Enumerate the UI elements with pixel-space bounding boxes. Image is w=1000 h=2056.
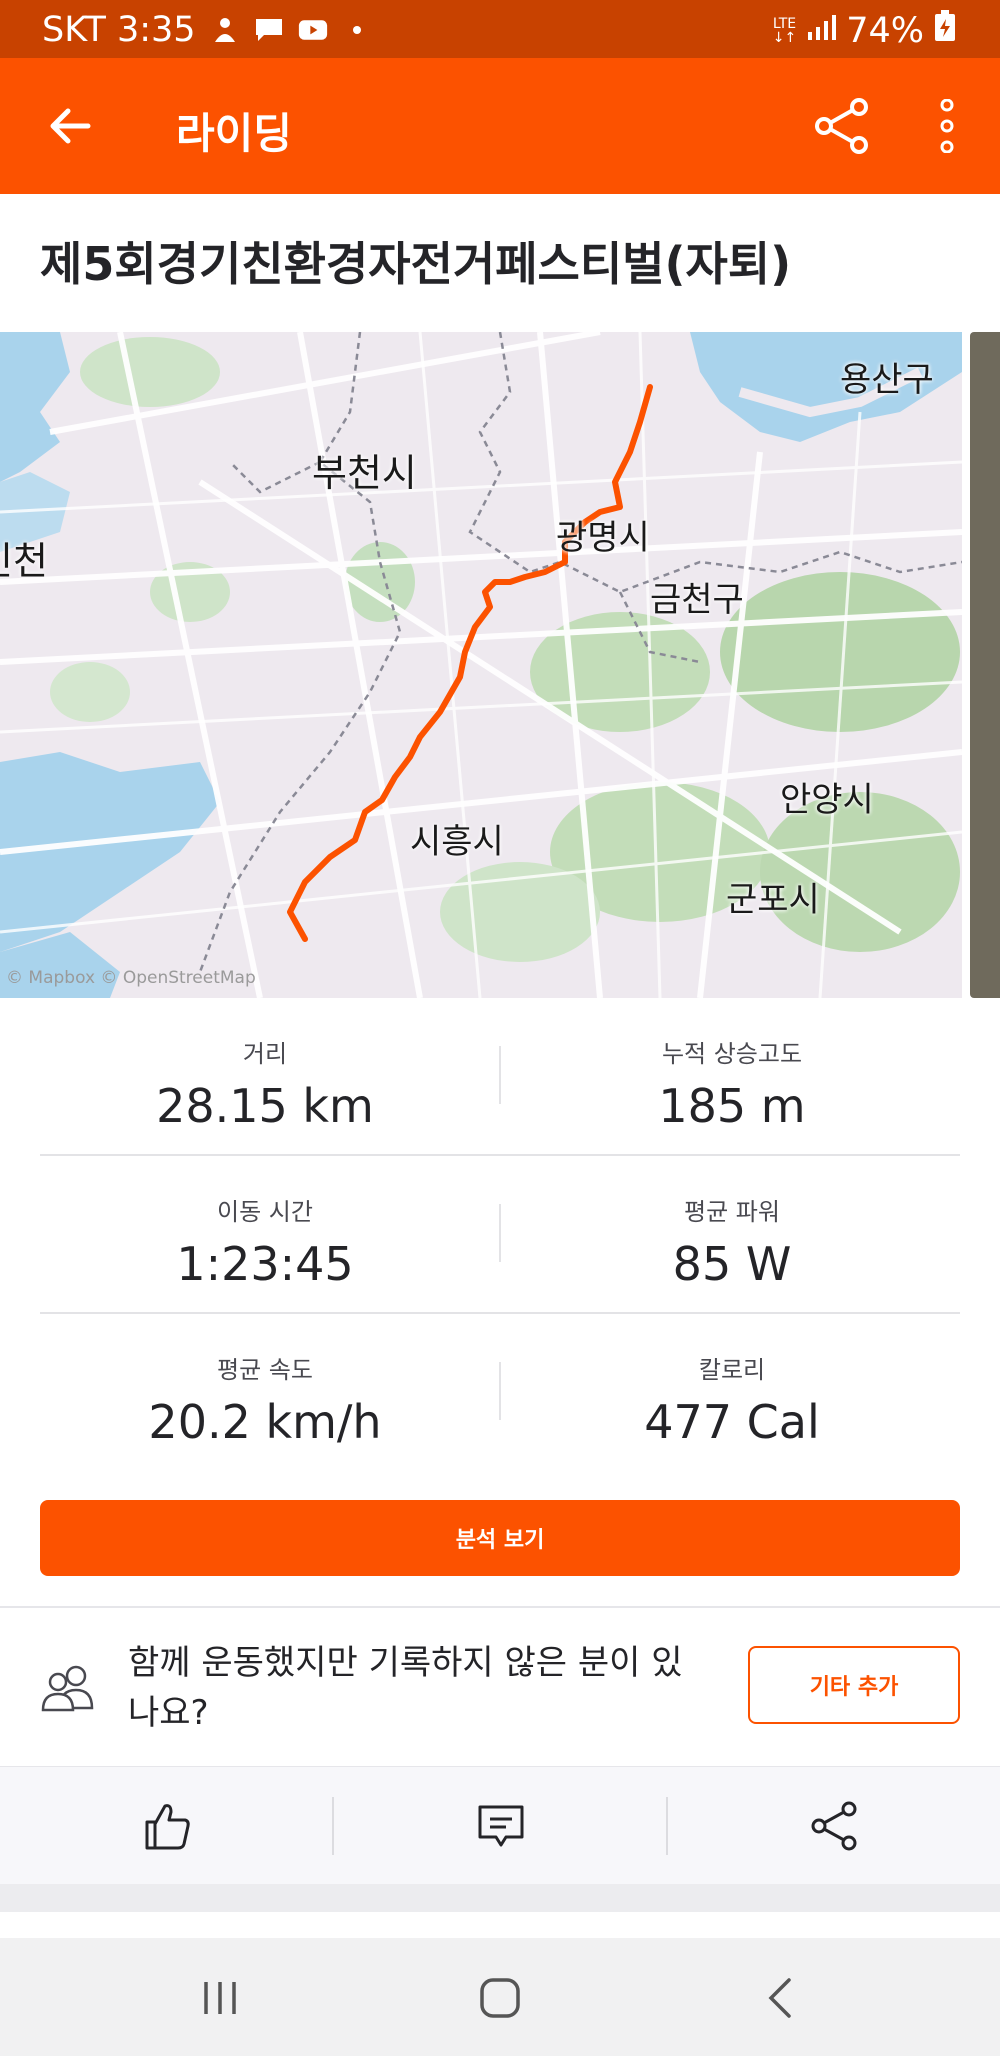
share-button[interactable] [810, 94, 874, 158]
notification-app-icon [210, 15, 240, 45]
divider [499, 1204, 501, 1262]
more-notifications-dot-icon [342, 15, 372, 45]
stat-label: 누적 상승고도 [661, 1040, 803, 1068]
network-indicator: LTE ↓↑ [772, 15, 797, 46]
youtube-icon [298, 15, 328, 45]
stat-avg-power: 평균 파워 85 W [512, 1192, 952, 1291]
more-vertical-icon [940, 99, 954, 153]
message-icon [254, 15, 284, 45]
section-gap [0, 1884, 1000, 1912]
status-left: SKT 3:35 [42, 10, 372, 50]
carrier-time: SKT 3:35 [42, 10, 196, 50]
map-label: 인천 [0, 539, 48, 583]
map-label: 안양시 [780, 780, 874, 820]
stat-moving-time: 이동 시간 1:23:45 [45, 1192, 485, 1291]
kudos-button[interactable] [0, 1767, 333, 1885]
map-label: 금천구 [650, 580, 744, 620]
thumbs-up-icon [145, 1804, 190, 1850]
stat-calories: 칼로리 477 Cal [512, 1350, 952, 1449]
divider [499, 1046, 501, 1104]
battery-level: 74% [846, 10, 924, 51]
comment-icon [478, 1805, 523, 1847]
system-back-button[interactable] [720, 1958, 840, 2038]
stat-avg-speed: 평균 속도 20.2 km/h [45, 1350, 485, 1449]
stat-distance: 거리 28.15 km [45, 1034, 485, 1133]
map-label: 군포시 [726, 880, 820, 920]
status-right: LTE ↓↑ 74% [773, 10, 956, 51]
share-icon [811, 1801, 856, 1851]
people-icon [41, 1665, 94, 1712]
stat-label: 칼로리 [698, 1356, 766, 1384]
map-label: 용산구 [840, 360, 934, 400]
back-button[interactable] [40, 96, 100, 156]
map-label: 시흥시 [410, 822, 504, 862]
stats-row: 거리 28.15 km 누적 상승고도 185 m [0, 998, 1000, 1156]
stat-value: 28.15 km [156, 1079, 374, 1133]
home-button[interactable] [440, 1958, 560, 2038]
more-options-button[interactable] [920, 94, 974, 158]
stat-label: 거리 [242, 1040, 288, 1068]
stat-label: 평균 속도 [217, 1356, 313, 1384]
signal-icon [806, 11, 837, 51]
stats-row: 이동 시간 1:23:45 평균 파워 85 W [0, 1156, 1000, 1314]
stat-value: 1:23:45 [176, 1237, 354, 1291]
view-analysis-button[interactable]: 분석 보기 [40, 1500, 960, 1576]
recent-apps-icon [204, 1982, 236, 2014]
map-attribution: © Mapbox © OpenStreetMap [6, 968, 256, 988]
stats-row: 평균 속도 20.2 km/h 칼로리 477 Cal [0, 1314, 1000, 1472]
stat-value: 20.2 km/h [148, 1395, 382, 1449]
map-label: 부천시 [312, 451, 417, 495]
stat-value: 477 Cal [644, 1395, 820, 1449]
route-map[interactable]: 용산구 부천시 인천 광명시 금천구 안양시 시흥시 군포시 © Mapbox … [0, 332, 962, 998]
action-bar [0, 1766, 1000, 1884]
share-activity-button[interactable] [668, 1767, 1000, 1885]
status-bar: SKT 3:35 LTE ↓↑ 74% [0, 0, 1000, 58]
add-others-prompt: 함께 운동했지만 기록하지 않은 분이 있나요? [128, 1643, 683, 1733]
page-title: 라이딩 [176, 109, 292, 158]
comment-button[interactable] [334, 1767, 667, 1885]
stat-value: 185 m [658, 1079, 806, 1133]
app-bar: 라이딩 [0, 58, 1000, 194]
stat-elevation-gain: 누적 상승고도 185 m [512, 1034, 952, 1133]
map-label: 광명시 [556, 518, 650, 558]
back-arrow-icon [50, 108, 91, 144]
add-others-section: 함께 운동했지만 기록하지 않은 분이 있나요? 기타 추가 [0, 1608, 1000, 1766]
system-nav-bar [0, 1938, 1000, 2056]
stat-label: 평균 파워 [684, 1198, 780, 1226]
share-icon [815, 98, 868, 154]
stat-value: 85 W [672, 1237, 792, 1291]
stat-label: 이동 시간 [217, 1198, 313, 1226]
activity-title: 제5회경기친환경자전거페스티벌(자퇴) [40, 237, 792, 291]
next-media-preview[interactable] [970, 332, 1000, 998]
recent-apps-button[interactable] [160, 1958, 280, 2038]
section-gap [0, 1912, 1000, 1938]
divider [499, 1362, 501, 1420]
battery-icon [934, 10, 956, 51]
home-icon [480, 1978, 520, 2018]
add-others-button[interactable]: 기타 추가 [748, 1646, 960, 1724]
chevron-left-icon [768, 1978, 791, 2018]
